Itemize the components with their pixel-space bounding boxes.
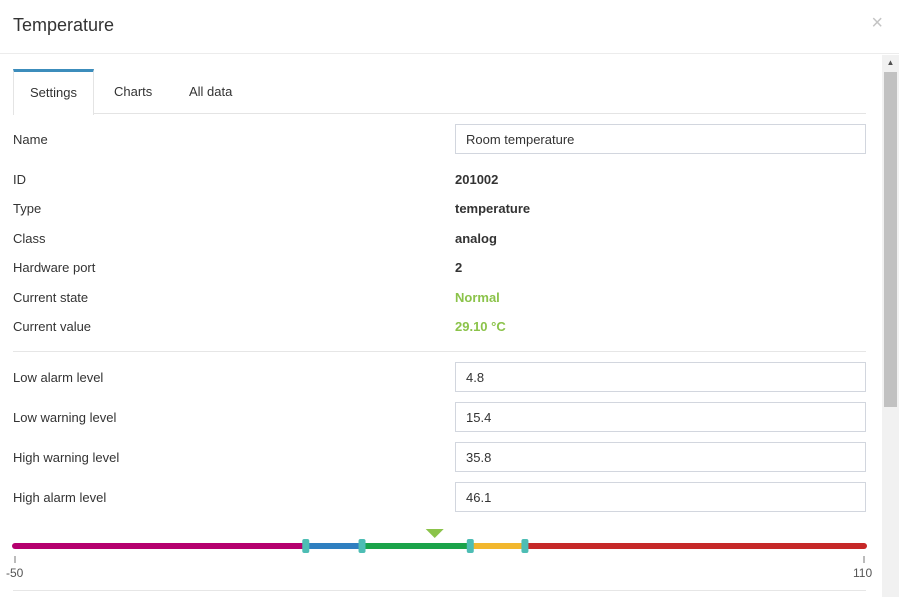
low-warning-handle[interactable]	[358, 539, 366, 553]
dialog-title: Temperature	[13, 15, 115, 35]
scroll-up-arrow-icon[interactable]: ▲	[882, 55, 899, 70]
high-alarm-handle[interactable]	[521, 539, 529, 553]
low-alarm-handle[interactable]	[302, 539, 310, 553]
scale-max-label: 110	[853, 566, 873, 580]
scrollbar[interactable]: ▲	[882, 55, 899, 597]
dialog-header: Temperature ×	[0, 0, 899, 54]
close-icon[interactable]: ×	[871, 13, 883, 33]
dialog-body: Settings Charts All data Name ID 201002 …	[0, 55, 882, 597]
scale-min-label: -50	[6, 566, 24, 580]
high-warning-handle[interactable]	[466, 539, 474, 553]
bottom-divider	[13, 590, 866, 591]
scrollbar-thumb[interactable]	[884, 72, 897, 407]
threshold-scale	[12, 529, 867, 563]
current-value-marker	[425, 529, 444, 538]
